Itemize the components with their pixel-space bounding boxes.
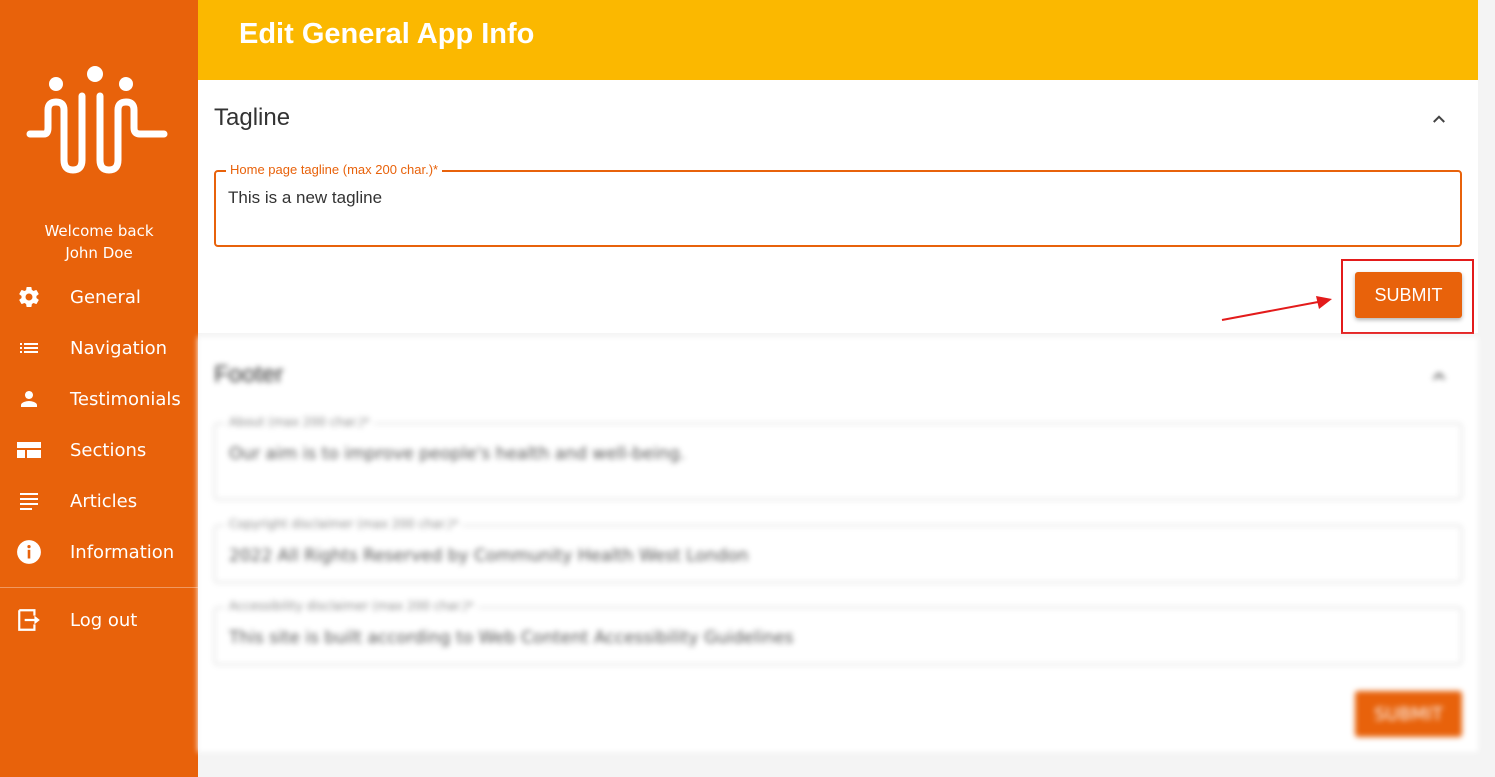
field-value: This site is built according to Web Cont…: [229, 628, 794, 648]
articles-icon: [16, 489, 42, 513]
sidebar-item-testimonials[interactable]: Testimonials: [0, 376, 198, 422]
field-label: Accessibility disclaimer (max 200 char.)…: [225, 599, 478, 613]
sidebar-item-label: Sections: [70, 439, 147, 461]
gear-icon: [16, 285, 42, 309]
chevron-up-icon[interactable]: [1430, 367, 1448, 385]
sidebar-item-logout[interactable]: Log out: [0, 597, 198, 643]
annotation-highlight-box: [1341, 259, 1474, 334]
sidebar-item-label: Testimonials: [70, 388, 181, 410]
sidebar-item-navigation[interactable]: Navigation: [0, 325, 198, 371]
app-logo: [26, 66, 168, 174]
field-label: Copyright disclaimer (max 200 char.)*: [225, 517, 463, 531]
sidebar-item-label: General: [70, 286, 141, 308]
footer-panel: Footer About (max 200 char.)* Our aim is…: [198, 337, 1478, 752]
welcome-message: Welcome back John Doe: [0, 220, 198, 264]
field-value: 2022 All Rights Reserved by Community He…: [229, 546, 749, 566]
sidebar-divider: [0, 587, 198, 588]
logout-icon: [16, 608, 42, 632]
panel-title: Tagline: [214, 104, 291, 131]
field-value: Our aim is to improve people's health an…: [229, 444, 686, 464]
sidebar-item-label: Navigation: [70, 337, 168, 359]
sidebar-item-label: Information: [70, 541, 175, 563]
page-header: Edit General App Info: [198, 0, 1478, 80]
copyright-field[interactable]: Copyright disclaimer (max 200 char.)* 20…: [214, 517, 1462, 583]
sidebar-item-label: Log out: [70, 609, 138, 631]
field-label: About (max 200 char.)*: [225, 415, 374, 429]
list-icon: [16, 336, 42, 360]
sidebar: Welcome back John Doe General Navigation…: [0, 0, 198, 777]
annotation-arrow-icon: [1221, 296, 1332, 321]
field-label: Home page tagline (max 200 char.)*: [226, 162, 443, 177]
about-field[interactable]: About (max 200 char.)* Our aim is to imp…: [214, 415, 1462, 500]
welcome-line: Welcome back: [44, 222, 154, 240]
page-title: Edit General App Info: [239, 18, 535, 50]
person-icon: [16, 387, 42, 411]
sections-icon: [16, 438, 42, 462]
chevron-up-icon[interactable]: [1430, 110, 1448, 128]
sidebar-item-articles[interactable]: Articles: [0, 478, 198, 524]
tagline-input[interactable]: [228, 188, 1428, 208]
info-icon: [16, 540, 42, 564]
tagline-field[interactable]: Home page tagline (max 200 char.)*: [214, 162, 1462, 247]
sidebar-item-general[interactable]: General: [0, 274, 198, 320]
user-name: John Doe: [65, 244, 133, 262]
panel-title: Footer: [214, 361, 284, 388]
sidebar-item-information[interactable]: Information: [0, 529, 198, 575]
sidebar-item-label: Articles: [70, 490, 138, 512]
footer-submit-button[interactable]: SUBMIT: [1355, 691, 1462, 737]
accessibility-field[interactable]: Accessibility disclaimer (max 200 char.)…: [214, 599, 1462, 665]
sidebar-item-sections[interactable]: Sections: [0, 427, 198, 473]
